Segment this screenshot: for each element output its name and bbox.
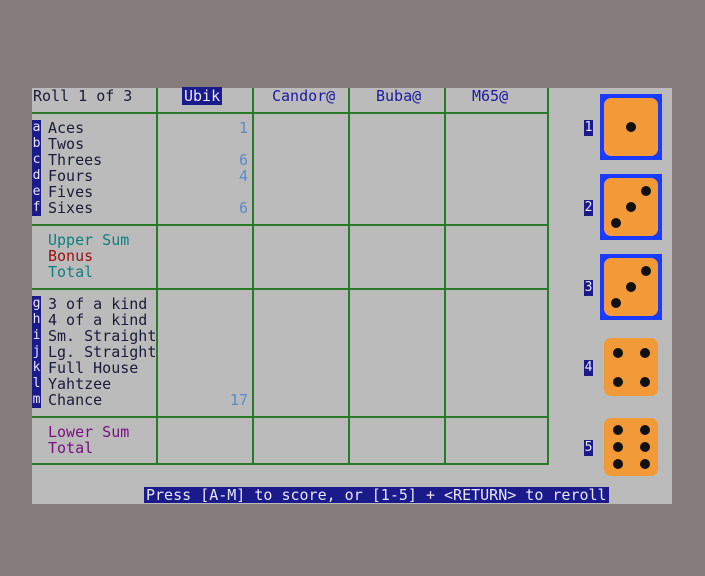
die-number-2[interactable]: 2: [584, 200, 593, 216]
key-m[interactable]: m: [32, 392, 41, 408]
die-number-5[interactable]: 5: [584, 440, 593, 456]
label-yahtzee[interactable]: Yahtzee: [48, 376, 111, 392]
key-f[interactable]: f: [32, 200, 41, 216]
player-name: Ubik: [182, 87, 223, 105]
key-b[interactable]: b: [32, 136, 41, 152]
label-full-house[interactable]: Full House: [48, 360, 138, 376]
die-pip: [641, 185, 652, 196]
die-pip: [612, 459, 623, 470]
die-pip: [612, 347, 623, 358]
score-sixes: 6: [238, 199, 248, 217]
grid-line: [32, 288, 549, 290]
die-pip: [626, 122, 636, 132]
game-screen: Roll 1 of 3 Ubik Candor@ Buba@ M65@ a b …: [32, 87, 672, 504]
label-threes[interactable]: Threes: [48, 152, 102, 168]
grid-line: [32, 224, 549, 226]
grid-line: [32, 463, 549, 465]
grid-line: [32, 112, 549, 114]
die-1[interactable]: [604, 98, 658, 156]
die-number-1[interactable]: 1: [584, 120, 593, 136]
label-fives[interactable]: Fives: [48, 184, 93, 200]
die-pip: [612, 424, 623, 435]
die-pip: [639, 424, 650, 435]
score-fours: 4: [238, 167, 248, 185]
die-pip: [639, 442, 650, 452]
die-pip: [610, 298, 621, 309]
key-c[interactable]: c: [32, 152, 41, 168]
label-twos[interactable]: Twos: [48, 136, 84, 152]
key-e[interactable]: e: [32, 184, 41, 200]
die-5[interactable]: [604, 418, 658, 476]
grid-line: [547, 88, 549, 465]
label-three-of-a-kind[interactable]: 3 of a kind: [48, 296, 147, 312]
label-four-of-a-kind[interactable]: 4 of a kind: [48, 312, 147, 328]
die-3[interactable]: [604, 258, 658, 316]
player-buba-header: Buba@: [376, 87, 422, 105]
key-j[interactable]: j: [32, 344, 41, 360]
die-4[interactable]: [604, 338, 658, 396]
upper-total-label: Total: [48, 263, 94, 281]
label-small-straight[interactable]: Sm. Straight: [48, 328, 156, 344]
label-sixes[interactable]: Sixes: [48, 200, 93, 216]
die-pip: [626, 282, 636, 292]
key-a[interactable]: a: [32, 120, 41, 136]
die-pip: [639, 459, 650, 470]
lower-sum-label: Lower Sum: [48, 423, 130, 441]
die-pip: [612, 376, 623, 387]
die-pip: [626, 202, 636, 212]
die-pip: [612, 442, 623, 452]
die-pip: [641, 265, 652, 276]
die-pip: [639, 376, 650, 387]
status-prompt: Press [A-M] to score, or [1-5] + <RETURN…: [144, 486, 609, 504]
key-h[interactable]: h: [32, 312, 41, 328]
label-aces[interactable]: Aces: [48, 120, 84, 136]
upper-sum-label: Upper Sum: [48, 231, 130, 249]
grid-line: [444, 88, 446, 465]
die-number-4[interactable]: 4: [584, 360, 593, 376]
roll-counter: Roll 1 of 3: [33, 87, 133, 105]
key-g[interactable]: g: [32, 296, 41, 312]
score-threes: 6: [238, 151, 248, 169]
grid-line: [156, 88, 158, 465]
lower-total-label: Total: [48, 439, 94, 457]
score-aces: 1: [238, 119, 248, 137]
key-l[interactable]: l: [32, 376, 41, 392]
grid-line: [348, 88, 350, 465]
die-pip: [610, 218, 621, 229]
player-candor-header: Candor@: [272, 87, 336, 105]
key-i[interactable]: i: [32, 328, 41, 344]
score-chance: 17: [229, 391, 248, 409]
die-pip: [639, 347, 650, 358]
die-number-3[interactable]: 3: [584, 280, 593, 296]
die-2[interactable]: [604, 178, 658, 236]
player-m65-header: M65@: [472, 87, 509, 105]
grid-line: [32, 416, 549, 418]
label-fours[interactable]: Fours: [48, 168, 93, 184]
label-chance[interactable]: Chance: [48, 392, 102, 408]
label-large-straight[interactable]: Lg. Straight: [48, 344, 156, 360]
bonus-label: Bonus: [48, 247, 94, 265]
grid-line: [252, 88, 254, 465]
key-k[interactable]: k: [32, 360, 41, 376]
key-d[interactable]: d: [32, 168, 41, 184]
player-ubik-header[interactable]: Ubik: [182, 87, 223, 105]
